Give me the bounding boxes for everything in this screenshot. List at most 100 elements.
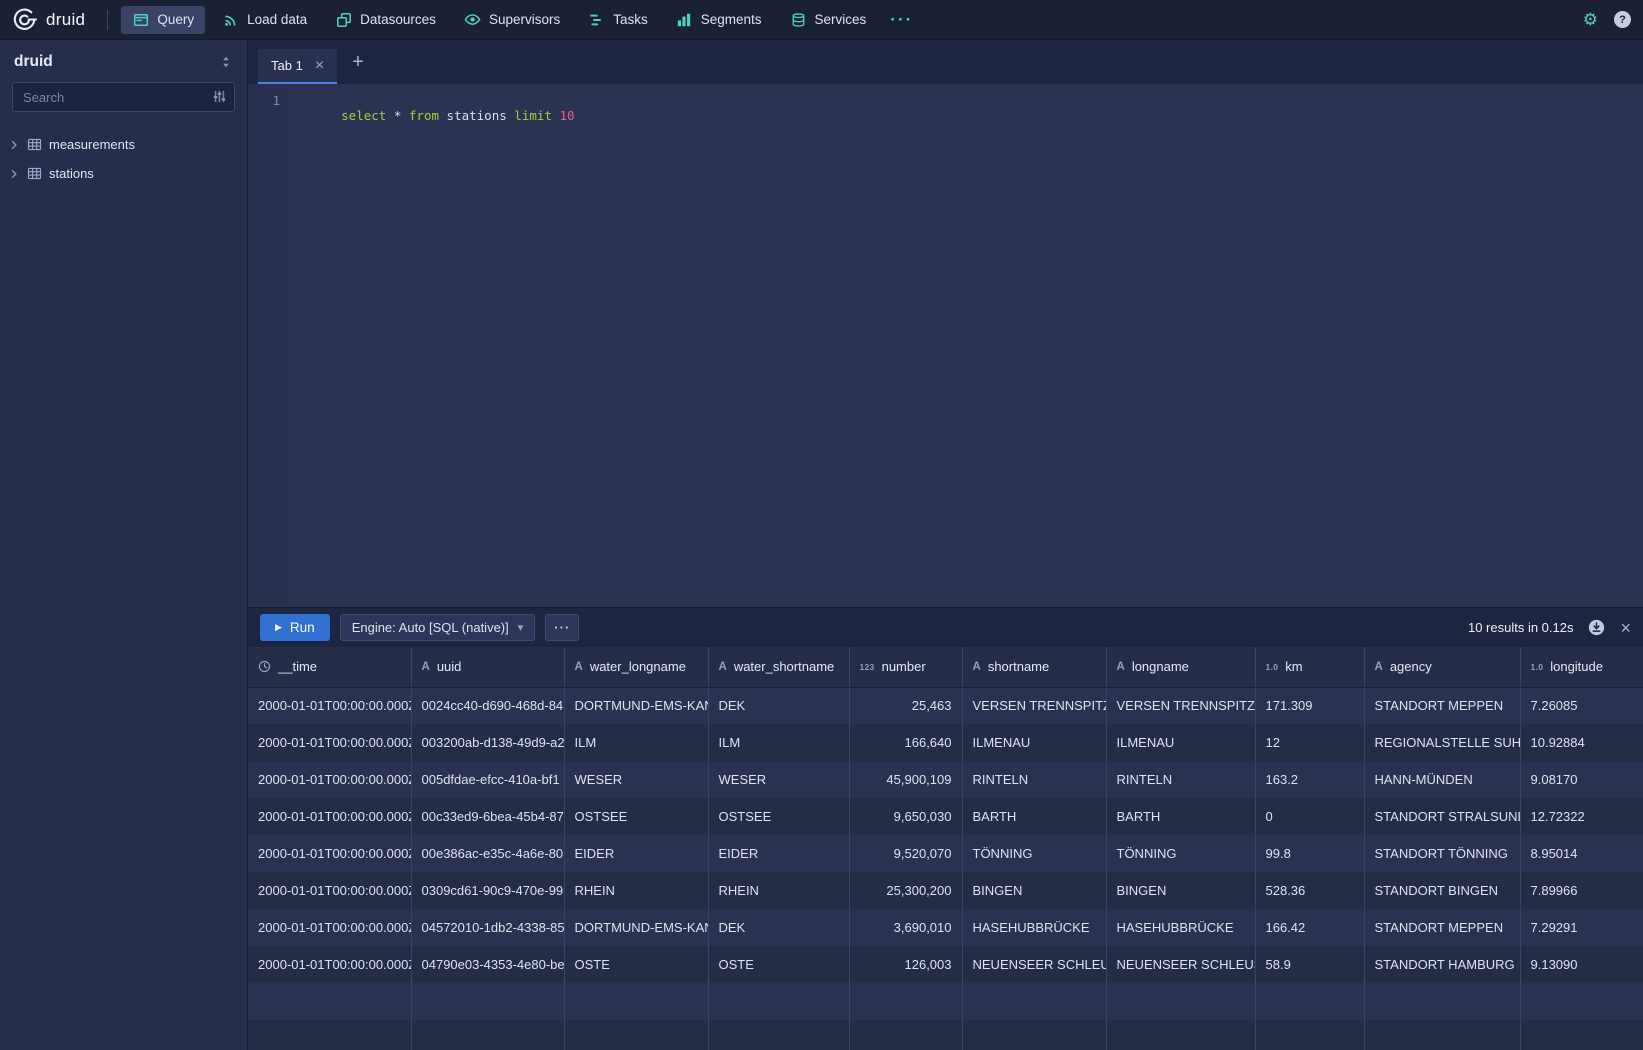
table-cell[interactable]: VERSEN TRENNSPITZE (1106, 687, 1255, 724)
double-caret-vertical-icon[interactable] (219, 55, 233, 69)
table-cell[interactable]: RINTELN (1106, 761, 1255, 798)
code-area[interactable]: select * from stations limit 10 (287, 84, 1643, 607)
table-cell[interactable]: HANN-MÜNDEN (1364, 761, 1520, 798)
table-cell[interactable]: 2000-01-01T00:00:00.000Z (248, 798, 411, 835)
table-cell[interactable]: 005dfdae-efcc-410a-bf1 (411, 761, 564, 798)
help-icon[interactable]: ? (1614, 11, 1631, 28)
nav-item-tasks[interactable]: Tasks (577, 6, 659, 34)
table-cell[interactable]: 9.13090 (1520, 946, 1643, 983)
table-cell[interactable]: 04572010-1db2-4338-85 (411, 909, 564, 946)
column-header-longitude[interactable]: 1.0longitude (1520, 647, 1643, 687)
nav-item-supervisors[interactable]: Supervisors (453, 6, 571, 34)
table-cell[interactable]: RHEIN (564, 872, 708, 909)
table-cell[interactable]: WESER (564, 761, 708, 798)
tab-close-icon[interactable]: × (315, 58, 324, 74)
table-cell[interactable]: 2000-01-01T00:00:00.000Z (248, 835, 411, 872)
table-cell[interactable]: OSTSEE (708, 798, 849, 835)
search-input[interactable] (12, 82, 235, 112)
table-cell[interactable]: RHEIN (708, 872, 849, 909)
column-header-shortname[interactable]: Ashortname (962, 647, 1106, 687)
column-header--time[interactable]: __time (248, 647, 411, 687)
table-cell[interactable]: 99.8 (1255, 835, 1364, 872)
table-cell[interactable]: TÖNNING (1106, 835, 1255, 872)
table-cell[interactable]: 2000-01-01T00:00:00.000Z (248, 872, 411, 909)
table-cell[interactable]: OSTSEE (564, 798, 708, 835)
table-cell[interactable]: 003200ab-d138-49d9-a2 (411, 724, 564, 761)
filter-sliders-icon[interactable] (212, 89, 227, 104)
table-cell[interactable]: 7.89966 (1520, 872, 1643, 909)
table-cell[interactable]: BARTH (1106, 798, 1255, 835)
table-cell[interactable]: TÖNNING (962, 835, 1106, 872)
table-cell[interactable]: 0309cd61-90c9-470e-99 (411, 872, 564, 909)
table-cell[interactable]: 9,650,030 (849, 798, 962, 835)
download-icon[interactable] (1588, 619, 1605, 636)
table-cell[interactable]: 2000-01-01T00:00:00.000Z (248, 687, 411, 724)
table-cell[interactable]: OSTE (708, 946, 849, 983)
table-cell[interactable]: 2000-01-01T00:00:00.000Z (248, 724, 411, 761)
table-cell[interactable]: NEUENSEER SCHLEUSEN (962, 946, 1106, 983)
table-cell[interactable]: 00e386ac-e35c-4a6e-80 (411, 835, 564, 872)
query-more-button[interactable]: ··· (545, 614, 579, 641)
nav-more-button[interactable]: ··· (880, 10, 923, 30)
tree-item-stations[interactable]: stations (0, 159, 247, 188)
nav-item-segments[interactable]: Segments (665, 6, 773, 34)
run-button[interactable]: ▶ Run (260, 614, 330, 641)
table-cell[interactable]: STANDORT STRALSUND (1364, 798, 1520, 835)
table-cell[interactable]: STANDORT MEPPEN (1364, 909, 1520, 946)
table-cell[interactable]: RINTELN (962, 761, 1106, 798)
column-header-agency[interactable]: Aagency (1364, 647, 1520, 687)
table-cell[interactable]: 2000-01-01T00:00:00.000Z (248, 761, 411, 798)
column-header-water-shortname[interactable]: Awater_shortname (708, 647, 849, 687)
nav-item-query[interactable]: Query (121, 6, 205, 34)
query-editor[interactable]: 1 select * from stations limit 10 (248, 84, 1643, 607)
table-cell[interactable]: 171.309 (1255, 687, 1364, 724)
table-cell[interactable]: BINGEN (962, 872, 1106, 909)
column-header-water-longname[interactable]: Awater_longname (564, 647, 708, 687)
close-results-icon[interactable]: × (1620, 619, 1631, 637)
table-cell[interactable]: VERSEN TRENNSPITZE (962, 687, 1106, 724)
table-cell[interactable]: ILMENAU (962, 724, 1106, 761)
table-cell[interactable]: 10.92884 (1520, 724, 1643, 761)
table-cell[interactable]: 2000-01-01T00:00:00.000Z (248, 946, 411, 983)
table-cell[interactable]: 7.29291 (1520, 909, 1643, 946)
table-cell[interactable]: NEUENSEER SCHLEUSEN (1106, 946, 1255, 983)
settings-gear-icon[interactable]: ⚙ (1583, 11, 1598, 28)
table-cell[interactable]: DEK (708, 909, 849, 946)
brand[interactable]: druid (12, 7, 85, 32)
table-cell[interactable]: 166,640 (849, 724, 962, 761)
table-cell[interactable]: STANDORT HAMBURG (1364, 946, 1520, 983)
table-cell[interactable]: 166.42 (1255, 909, 1364, 946)
table-cell[interactable]: 00c33ed9-6bea-45b4-87 (411, 798, 564, 835)
tree-item-measurements[interactable]: measurements (0, 130, 247, 159)
table-cell[interactable]: STANDORT BINGEN (1364, 872, 1520, 909)
table-cell[interactable]: 12.72322 (1520, 798, 1643, 835)
table-cell[interactable]: WESER (708, 761, 849, 798)
table-cell[interactable]: 163.2 (1255, 761, 1364, 798)
table-cell[interactable]: 9.08170 (1520, 761, 1643, 798)
engine-select[interactable]: Engine: Auto [SQL (native)] ▾ (340, 614, 536, 641)
table-cell[interactable]: 528.36 (1255, 872, 1364, 909)
table-cell[interactable]: DORTMUND-EMS-KANAL (564, 687, 708, 724)
table-cell[interactable]: 25,463 (849, 687, 962, 724)
table-cell[interactable]: 3,690,010 (849, 909, 962, 946)
tab-1[interactable]: Tab 1 × (258, 49, 337, 84)
table-cell[interactable]: ILMENAU (1106, 724, 1255, 761)
column-header-number[interactable]: 123number (849, 647, 962, 687)
table-cell[interactable]: REGIONALSTELLE SUHL (1364, 724, 1520, 761)
nav-item-load-data[interactable]: Load data (211, 6, 318, 34)
table-cell[interactable]: 2000-01-01T00:00:00.000Z (248, 909, 411, 946)
nav-item-services[interactable]: Services (779, 6, 878, 34)
table-cell[interactable]: 45,900,109 (849, 761, 962, 798)
table-cell[interactable]: 9,520,070 (849, 835, 962, 872)
table-cell[interactable]: HASEHUBBRÜCKE (962, 909, 1106, 946)
table-cell[interactable]: ILM (708, 724, 849, 761)
table-cell[interactable]: STANDORT TÖNNING (1364, 835, 1520, 872)
table-cell[interactable]: DEK (708, 687, 849, 724)
nav-item-datasources[interactable]: Datasources (324, 6, 447, 34)
table-cell[interactable]: 0024cc40-d690-468d-84 (411, 687, 564, 724)
chevron-right-icon[interactable] (8, 168, 20, 180)
table-cell[interactable]: 126,003 (849, 946, 962, 983)
table-cell[interactable]: 25,300,200 (849, 872, 962, 909)
table-cell[interactable]: BARTH (962, 798, 1106, 835)
table-cell[interactable]: HASEHUBBRÜCKE (1106, 909, 1255, 946)
